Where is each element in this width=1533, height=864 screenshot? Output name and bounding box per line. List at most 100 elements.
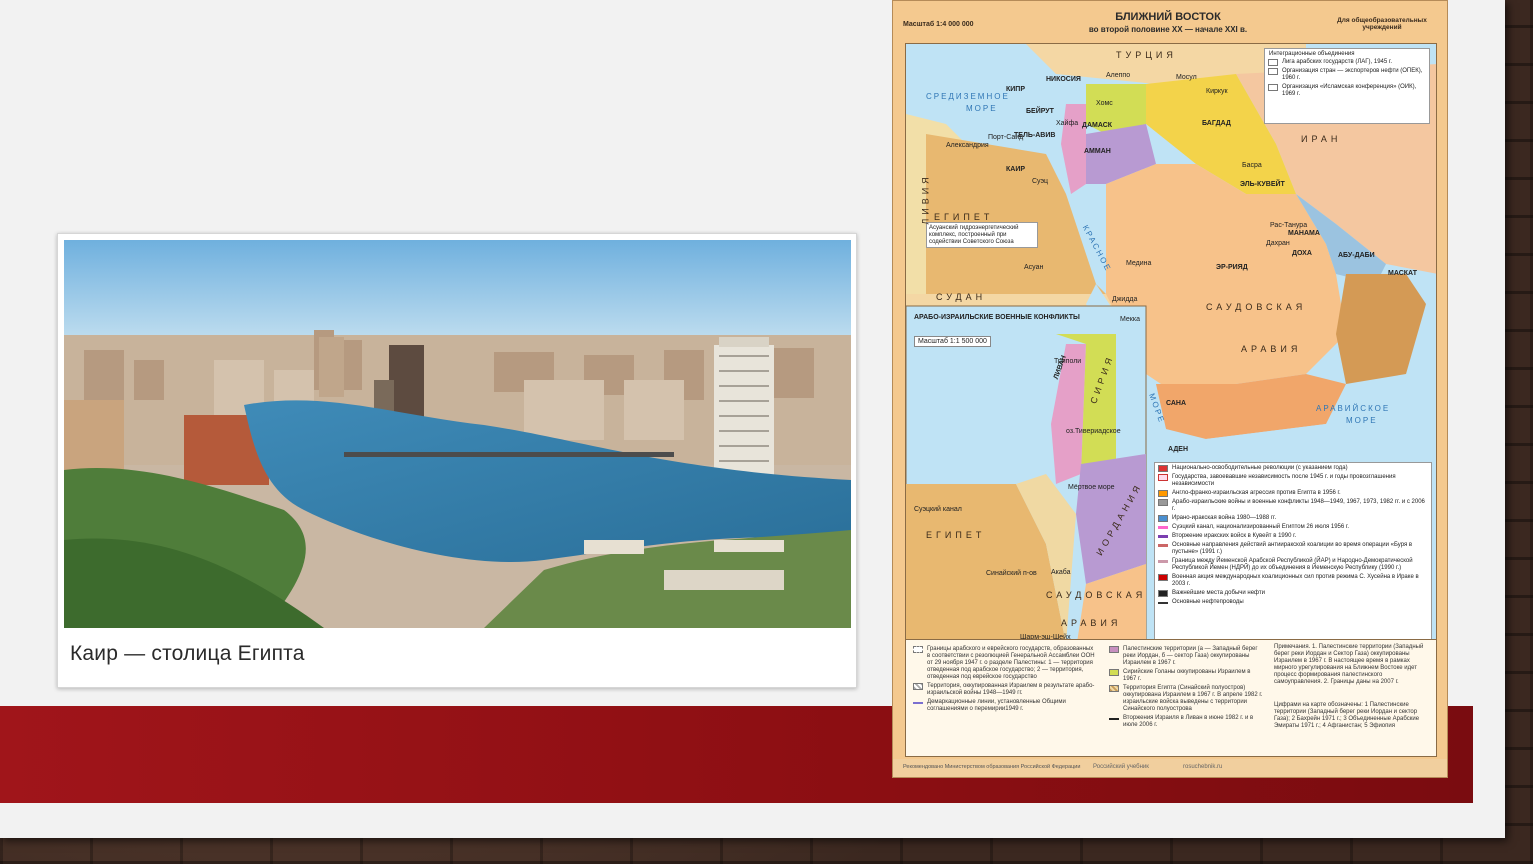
inset-label: Триполи <box>1054 358 1082 365</box>
main-legend-row: Граница между Йеменской Арабской Республ… <box>1158 558 1428 572</box>
country-label: ЕГИПЕТ <box>934 212 994 222</box>
map-header: Масштаб 1:4 000 000 БЛИЖНИЙ ВОСТОК во вт… <box>893 1 1447 43</box>
bottom-legend-row: Территория Египта (Синайский полуостров)… <box>1109 685 1263 713</box>
suez-canal-icon <box>1158 526 1168 529</box>
inset-label: Синайский п-ов <box>986 570 1037 577</box>
main-legend-item: Основные нефтепроводы <box>1172 599 1244 605</box>
country-label: СУДАН <box>936 292 987 302</box>
inset-label: Мёртвое море <box>1068 484 1115 491</box>
cairo-photo-card: Каир — столица Египта <box>57 233 857 688</box>
country-label: КИПР <box>1006 86 1026 93</box>
sinai-icon <box>1109 685 1119 692</box>
country-label: АРАВИЯ <box>1241 344 1302 354</box>
city-label: АММАН <box>1084 148 1111 155</box>
inset-scale: Масштаб 1:1 500 000 <box>914 336 991 347</box>
sea-label: МОРЕ <box>966 104 998 113</box>
map-scale: Масштаб 1:4 000 000 <box>903 21 974 28</box>
city-label: Дахран <box>1266 240 1290 247</box>
cairo-photo <box>64 240 851 628</box>
footer-text: Рекомендовано Министерством образования … <box>903 764 1081 770</box>
country-label: ТУРЦИЯ <box>1116 50 1177 60</box>
map-area: АРАБО-ИЗРАИЛЬСКИЕ ВОЕННЫЕ КОНФЛИКТЫ Масш… <box>905 43 1437 648</box>
lag-icon <box>1268 59 1278 66</box>
main-legend-row: Важнейшие места добычи нефти <box>1158 590 1428 597</box>
demarcation-icon <box>913 702 923 704</box>
city-label: Порт-Саид <box>988 134 1024 141</box>
sea-label: СРЕДИЗЕМНОЕ <box>926 92 1010 101</box>
footer-site: rosuchebnik.ru <box>1183 764 1223 770</box>
city-label: Киркук <box>1206 88 1228 95</box>
bottom-legend: Границы арабского и еврейского государст… <box>905 639 1437 757</box>
city-label: ДАМАСК <box>1082 122 1113 129</box>
city-label: БЕЙРУТ <box>1026 108 1054 115</box>
partition-border-icon <box>913 646 923 653</box>
bottom-legend-item: Палестинские территории (а — Западный бе… <box>1123 646 1258 666</box>
cairo-skyline-illustration <box>64 240 851 628</box>
city-label: АБУ-ДАБИ <box>1338 252 1375 259</box>
inset-label: оз.Тивериадское <box>1066 428 1121 435</box>
map-subtitle: во второй половине XX — начале XXI в. <box>1088 25 1248 34</box>
main-legend-item: Суэцкий канал, национализированный Египт… <box>1172 524 1350 530</box>
main-legend: Национально-освободительные революции (с… <box>1154 462 1432 647</box>
country-label: ЛИВИЯ <box>920 173 931 225</box>
main-legend-row: Суэцкий канал, национализированный Египт… <box>1158 524 1428 531</box>
main-legend-item: Ирано-иракская война 1980—1988 гг. <box>1172 515 1277 521</box>
bottom-legend-item: Вторжения Израиля в Ливан в июне 1982 г.… <box>1123 715 1254 728</box>
revolution-icon <box>1158 465 1168 472</box>
city-label: Джидда <box>1112 296 1138 303</box>
oic-icon <box>1268 84 1278 91</box>
main-legend-row: Военная акция международных коалиционных… <box>1158 574 1428 588</box>
kuwait-invasion-icon <box>1158 535 1168 538</box>
bottom-numbers: Цифрами на карте обозначены: 1 Палестинс… <box>1274 702 1420 729</box>
footer-publisher: Российский учебник <box>1093 764 1149 770</box>
city-label: АДЕН <box>1168 446 1189 453</box>
bottom-legend-row: Территория, оккупированная Израилем в ре… <box>913 683 1097 697</box>
palestinian-territories-icon <box>1109 646 1119 653</box>
country-label: ИРАН <box>1301 134 1342 144</box>
city-label: ЭР-РИЯД <box>1216 264 1248 271</box>
inset-label: ЕГИПЕТ <box>926 530 986 540</box>
aswan-note: Асуанский гидроэнергетический комплекс, … <box>926 222 1038 248</box>
bottom-legend-row: Палестинские территории (а — Западный бе… <box>1109 646 1263 667</box>
independence-icon <box>1158 474 1168 481</box>
bottom-legend-row: Демаркационные линии, установленные Общи… <box>913 699 1097 713</box>
city-label: Асуан <box>1024 264 1044 271</box>
city-label: МАНАМА <box>1288 230 1320 237</box>
opec-icon <box>1268 68 1278 75</box>
country-label: САУДОВСКАЯ <box>1206 302 1307 312</box>
middle-east-map: Масштаб 1:4 000 000 БЛИЖНИЙ ВОСТОК во вт… <box>892 0 1448 778</box>
city-label: КАИР <box>1006 166 1026 173</box>
bottom-legend-item: Территория Египта (Синайский полуостров)… <box>1123 685 1263 712</box>
photo-caption: Каир — столица Египта <box>70 642 305 665</box>
main-legend-row: Национально-освободительные революции (с… <box>1158 465 1428 472</box>
main-legend-item: Англо-франко-израильская агрессия против… <box>1172 490 1341 496</box>
map-footer: Рекомендовано Министерством образования … <box>893 759 1447 777</box>
main-legend-row: Англо-франко-израильская агрессия против… <box>1158 490 1428 497</box>
integration-legend: Интеграционные объединения Лига арабских… <box>1264 48 1430 124</box>
city-label: МАСКАТ <box>1388 270 1418 277</box>
city-label: ДОХА <box>1292 250 1312 257</box>
main-legend-row: Арабо-израильские войны и военные конфли… <box>1158 499 1428 513</box>
main-legend-item: Национально-освободительные революции (с… <box>1172 465 1348 471</box>
integration-item: Организация «Исламская конференция» (ОИК… <box>1282 84 1417 97</box>
main-legend-item: Военная акция международных коалиционных… <box>1172 574 1419 587</box>
main-legend-item: Вторжение иракских войск в Кувейт в 1990… <box>1172 533 1297 539</box>
golan-icon <box>1109 669 1119 676</box>
aggression-icon <box>1158 490 1168 497</box>
city-label: ЭЛЬ-КУВЕЙТ <box>1240 181 1285 188</box>
bottom-legend-row: Сирийские Голаны оккупированы Израилем в… <box>1109 669 1263 683</box>
slide: Каир — столица Египта Масштаб 1:4 000 00… <box>0 0 1505 838</box>
pipeline-icon <box>1158 602 1168 604</box>
yemen-border-icon <box>1158 560 1168 563</box>
map-edu-note: Для общеобразовательных учреждений <box>1337 17 1427 31</box>
inset-label: САУДОВСКАЯ <box>1046 590 1147 600</box>
integration-legend-row: Организация «Исламская конференция» (ОИК… <box>1268 84 1426 98</box>
city-label: Алеппо <box>1106 72 1131 79</box>
inset-label: АРАВИЯ <box>1061 618 1122 628</box>
bottom-legend-item: Границы арабского и еврейского государст… <box>927 646 1095 680</box>
bottom-legend-row: Вторжения Израиля в Ливан в июне 1982 г.… <box>1109 715 1263 729</box>
inset-label: Акаба <box>1051 569 1071 576</box>
oil-field-icon <box>1158 590 1168 597</box>
coalition-icon <box>1158 574 1168 581</box>
integration-legend-row: Организация стран — экспортеров нефти (О… <box>1268 68 1426 82</box>
